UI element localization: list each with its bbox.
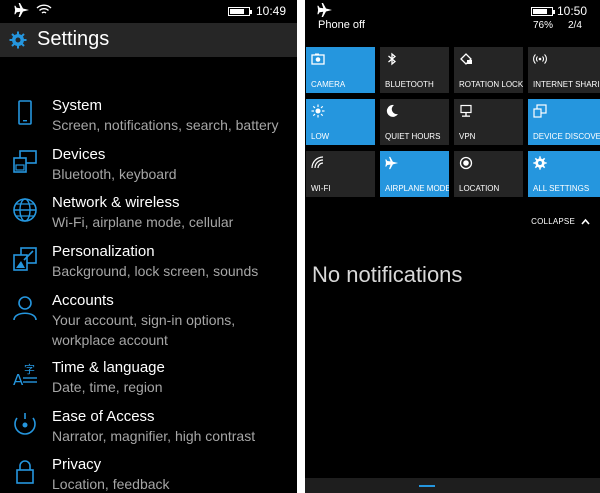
quick-action-bluetooth[interactable]: BLUETOOTH	[380, 47, 449, 93]
settings-item-desc: Location, feedback	[52, 476, 170, 492]
no-notifications-text: No notifications	[312, 262, 463, 287]
ease-of-access-icon	[14, 413, 36, 435]
phone-off-label: Phone off	[318, 19, 365, 31]
airplane-icon	[14, 3, 29, 17]
battery-icon	[228, 7, 252, 16]
tile-label: WI-FI	[311, 184, 331, 193]
tile-label: LOCATION	[459, 184, 500, 193]
settings-item-time-language[interactable]: A字 Time & language Date, time, region	[0, 359, 297, 405]
moon-icon	[386, 104, 398, 117]
quick-action-all-settings[interactable]: ALL SETTINGS	[528, 151, 600, 197]
tile-label: ROTATION LOCK	[459, 80, 523, 89]
bluetooth-icon	[388, 52, 397, 66]
settings-item-name: Privacy	[52, 456, 102, 473]
settings-item-desc: Wi-Fi, airplane mode, cellular	[52, 214, 234, 230]
quick-action-vpn[interactable]: VPN	[454, 99, 523, 145]
collapse-label: COLLAPSE	[531, 217, 575, 226]
tile-label: AIRPLANE MODE	[385, 184, 449, 193]
settings-item-name: Network & wireless	[52, 194, 180, 211]
settings-item-system[interactable]: System Screen, notifications, search, ba…	[0, 97, 297, 143]
settings-item-accounts[interactable]: Accounts Your account, sign-in options, …	[0, 292, 297, 352]
tile-label: LOW	[311, 132, 330, 141]
tile-label: QUIET HOURS	[385, 132, 441, 141]
settings-item-desc: Bluetooth, keyboard	[52, 166, 177, 182]
quick-action-internet-sharing[interactable]: INTERNET SHARING	[528, 47, 600, 93]
wifi-icon	[311, 156, 324, 169]
airplane-icon	[385, 156, 399, 170]
status-bar: 10:49	[0, 0, 297, 22]
airplane-icon	[317, 3, 332, 17]
clock: 10:49	[256, 4, 287, 18]
quick-action-wifi[interactable]: WI-FI	[306, 151, 375, 197]
tile-label: VPN	[459, 132, 476, 141]
collapse-button[interactable]: COLLAPSE	[531, 217, 590, 226]
rotation-lock-icon	[460, 53, 472, 65]
person-icon	[13, 296, 37, 321]
settings-item-desc: Screen, notifications, search, battery	[52, 117, 279, 133]
location-icon	[459, 156, 473, 170]
settings-item-name: Ease of Access	[52, 408, 155, 425]
settings-item-desc: Background, lock screen, sounds	[52, 263, 259, 279]
settings-item-name: System	[52, 97, 103, 114]
quick-action-airplane-mode[interactable]: AIRPLANE MODE	[380, 151, 449, 197]
drag-handle[interactable]	[305, 478, 600, 493]
sim-indicator: 2/4	[568, 20, 582, 31]
globe-icon	[13, 198, 37, 222]
settings-item-devices[interactable]: Devices Bluetooth, keyboard	[0, 146, 297, 192]
chevron-up-icon	[581, 219, 590, 225]
battery-icon	[531, 7, 555, 16]
vpn-icon	[460, 104, 472, 117]
brightness-icon	[311, 104, 325, 118]
settings-item-name: Personalization	[52, 243, 155, 260]
tile-label: INTERNET SHARING	[533, 80, 600, 89]
quick-action-quiet-hours[interactable]: QUIET HOURS	[380, 99, 449, 145]
tile-label: BLUETOOTH	[385, 80, 434, 89]
page-title: Settings	[37, 28, 110, 50]
settings-screen: 10:49 Settings System Screen, notificati…	[0, 0, 297, 493]
wifi-icon	[36, 4, 52, 14]
handle-bar	[419, 485, 435, 487]
status-bar: Phone off 10:50 76% 2/4	[305, 0, 600, 31]
personalization-icon	[13, 247, 37, 271]
time-language-icon: A字	[13, 362, 37, 389]
quick-action-brightness[interactable]: LOW	[306, 99, 375, 145]
settings-item-desc: Narrator, magnifier, high contrast	[52, 428, 256, 444]
quick-action-camera[interactable]: CAMERA	[306, 47, 375, 93]
gear-icon	[9, 31, 27, 49]
tile-label: DEVICE DISCOVERY	[533, 132, 600, 141]
gear-icon	[533, 156, 547, 170]
settings-item-name: Accounts	[52, 292, 114, 309]
clock: 10:50	[557, 4, 588, 18]
privacy-lock-icon	[16, 460, 34, 484]
device-discovery-icon	[533, 104, 547, 118]
svg-text:A: A	[13, 371, 24, 389]
settings-item-desc: Your account, sign-in options, workplace…	[52, 312, 236, 348]
quick-action-rotation-lock[interactable]: ROTATION LOCK	[454, 47, 523, 93]
devices-icon	[13, 150, 37, 173]
phone-icon	[18, 100, 32, 125]
quick-action-location[interactable]: LOCATION	[454, 151, 523, 197]
settings-item-name: Devices	[52, 146, 106, 163]
camera-icon	[311, 53, 325, 65]
settings-item-network[interactable]: Network & wireless Wi-Fi, airplane mode,…	[0, 194, 297, 240]
quick-action-device-discovery[interactable]: DEVICE DISCOVERY	[528, 99, 600, 145]
internet-sharing-icon	[533, 54, 547, 64]
tile-label: CAMERA	[311, 80, 346, 89]
settings-header: Settings	[0, 23, 297, 57]
settings-item-privacy[interactable]: Privacy Location, feedback	[0, 456, 297, 493]
svg-text:字: 字	[24, 362, 35, 376]
settings-item-desc: Date, time, region	[52, 379, 163, 395]
tile-label: ALL SETTINGS	[533, 184, 590, 193]
settings-item-ease-of-access[interactable]: Ease of Access Narrator, magnifier, high…	[0, 408, 297, 454]
battery-percent: 76%	[533, 20, 554, 31]
settings-item-name: Time & language	[52, 359, 165, 376]
settings-item-personalization[interactable]: Personalization Background, lock screen,…	[0, 243, 297, 289]
action-center-screen: Phone off 10:50 76% 2/4 CAMERA BLUETOOTH…	[305, 0, 600, 493]
